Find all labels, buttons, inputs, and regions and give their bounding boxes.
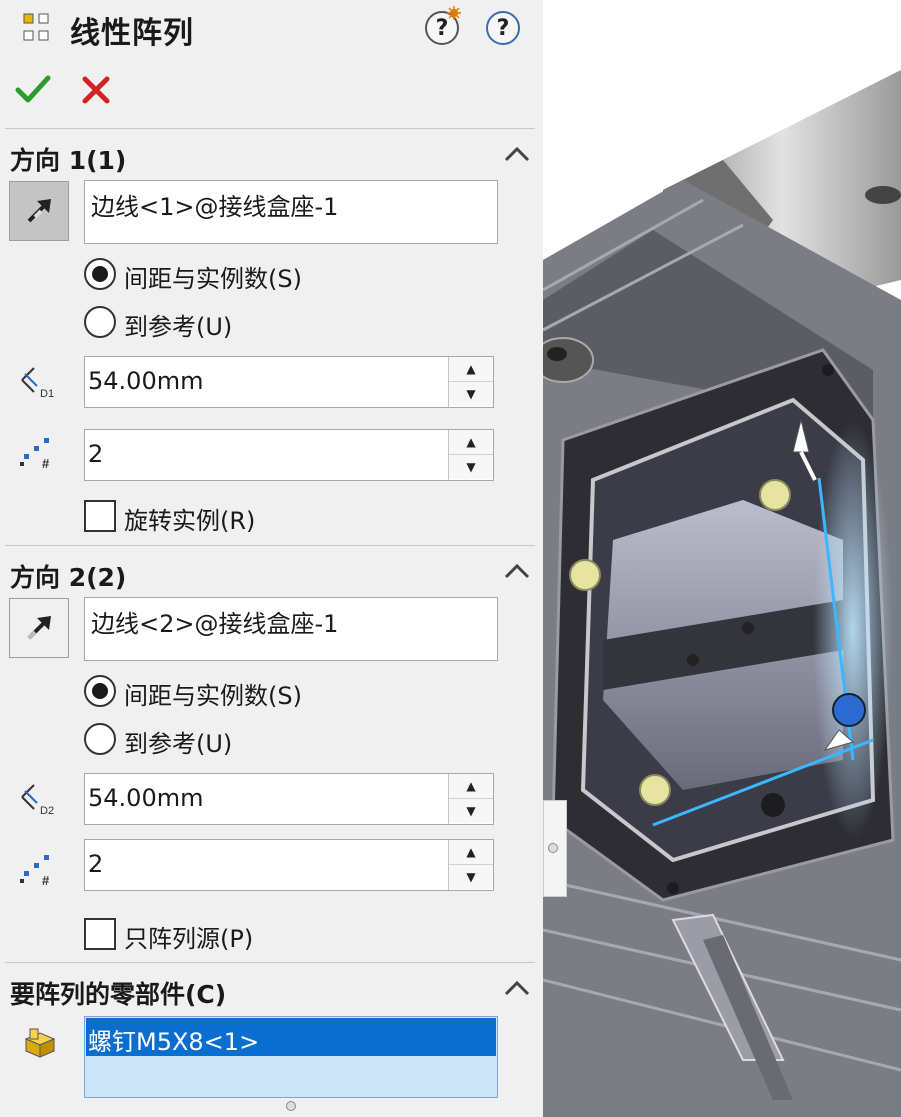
help-button[interactable]: ? — [486, 11, 520, 45]
spacing-icon-label: D1 — [40, 388, 54, 400]
spacing-icon: D2 — [21, 784, 54, 817]
property-manager-panel: 线性阵列 ? ? 方向 1(1) 边线<1>@接线盒座-1 间距与实例数(S) … — [0, 0, 543, 1117]
divider — [5, 545, 535, 546]
reverse-direction1-button[interactable] — [9, 181, 69, 241]
checkmark-icon — [15, 75, 51, 103]
ok-button[interactable] — [15, 74, 51, 104]
model-render — [543, 0, 901, 1117]
collapse-direction2-icon[interactable] — [504, 563, 530, 579]
spin-up-icon[interactable]: ▲ — [449, 840, 493, 865]
spin-down-icon[interactable]: ▼ — [449, 455, 493, 479]
spin-down-icon[interactable]: ▼ — [449, 799, 493, 823]
direction2-pattern-seed-only-checkbox[interactable] — [84, 918, 116, 950]
spin-up-icon[interactable]: ▲ — [449, 357, 493, 382]
direction1-count-input[interactable]: 2 ▲ ▼ — [84, 429, 494, 481]
collapse-components-icon[interactable] — [504, 980, 530, 996]
reverse-direction-icon — [27, 616, 51, 640]
direction2-spacing-value: 54.00mm — [88, 784, 204, 812]
component-icon — [24, 1028, 56, 1058]
question-icon: ? — [496, 15, 510, 41]
list-item[interactable]: 螺钉M5X8<1> — [86, 1018, 496, 1056]
direction1-count-value: 2 — [88, 440, 104, 468]
direction2-edge-field[interactable]: 边线<2>@接线盒座-1 — [84, 597, 498, 661]
reverse-direction2-button[interactable] — [9, 598, 69, 658]
direction2-radio-spacing-label: 间距与实例数(S) — [124, 682, 302, 710]
direction1-count-stepper[interactable]: ▲ ▼ — [448, 430, 493, 480]
direction1-radio-reference-label: 到参考(U) — [124, 313, 233, 341]
close-icon — [82, 76, 110, 104]
direction1-rotate-checkbox[interactable] — [84, 500, 116, 532]
page-title: 线性阵列 — [70, 16, 194, 51]
divider — [5, 128, 535, 129]
direction2-radio-reference[interactable] — [84, 723, 116, 755]
instance-count-icon: # — [20, 855, 50, 888]
direction1-rotate-label: 旋转实例(R) — [124, 507, 256, 535]
direction2-spacing-stepper[interactable]: ▲ ▼ — [448, 774, 493, 824]
graphics-viewport[interactable] — [543, 0, 901, 1117]
spin-down-icon[interactable]: ▼ — [449, 382, 493, 406]
splitter-handle[interactable] — [548, 843, 558, 853]
svg-text:#: # — [42, 873, 50, 888]
cancel-button[interactable] — [81, 75, 111, 105]
svg-text:#: # — [42, 456, 50, 471]
direction1-spacing-stepper[interactable]: ▲ ▼ — [448, 357, 493, 407]
direction2-count-stepper[interactable]: ▲ ▼ — [448, 840, 493, 890]
resize-handle[interactable] — [286, 1101, 296, 1111]
direction2-count-input[interactable]: 2 ▲ ▼ — [84, 839, 494, 891]
spin-down-icon[interactable]: ▼ — [449, 865, 493, 889]
linear-pattern-icon — [23, 13, 49, 41]
spacing-icon: D1 — [21, 367, 54, 400]
collapse-direction1-icon[interactable] — [504, 146, 530, 162]
reverse-direction-icon — [27, 199, 51, 223]
direction1-spacing-value: 54.00mm — [88, 367, 204, 395]
direction1-edge-field[interactable]: 边线<1>@接线盒座-1 — [84, 180, 498, 244]
section-title-direction2: 方向 2(2) — [10, 563, 127, 592]
components-list[interactable]: 螺钉M5X8<1> — [84, 1016, 498, 1098]
instance-count-icon: # — [20, 438, 50, 471]
direction2-radio-spacing[interactable] — [84, 675, 116, 707]
spin-up-icon[interactable]: ▲ — [449, 774, 493, 799]
star-badge-icon — [447, 6, 461, 20]
direction1-radio-reference[interactable] — [84, 306, 116, 338]
direction2-radio-reference-label: 到参考(U) — [124, 730, 233, 758]
direction2-spacing-input[interactable]: 54.00mm ▲ ▼ — [84, 773, 494, 825]
direction1-radio-spacing[interactable] — [84, 258, 116, 290]
spacing-icon-label: D2 — [40, 805, 54, 817]
direction1-spacing-input[interactable]: 54.00mm ▲ ▼ — [84, 356, 494, 408]
section-title-components: 要阵列的零部件(C) — [10, 980, 227, 1009]
spin-up-icon[interactable]: ▲ — [449, 430, 493, 455]
section-title-direction1: 方向 1(1) — [10, 146, 127, 175]
direction1-radio-spacing-label: 间距与实例数(S) — [124, 265, 302, 293]
direction2-count-value: 2 — [88, 850, 104, 878]
direction2-pattern-seed-only-label: 只阵列源(P) — [124, 925, 254, 953]
divider — [5, 962, 535, 963]
